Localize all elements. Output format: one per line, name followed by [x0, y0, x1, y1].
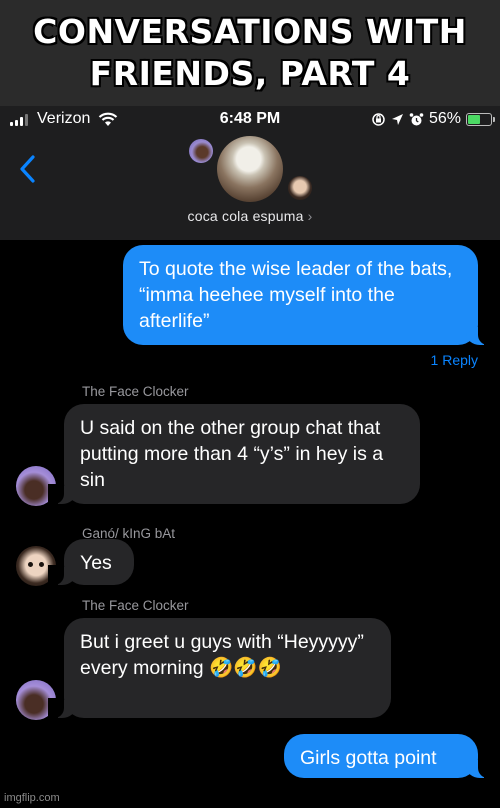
- chat-name-label: coca cola espuma: [187, 208, 304, 224]
- member-avatar-small-right[interactable]: [288, 176, 312, 200]
- chat-name-button[interactable]: coca cola espuma ›: [0, 208, 500, 224]
- message-text: Yes: [80, 552, 112, 574]
- battery-level-fill: [468, 114, 481, 124]
- battery-charging-icon: [466, 112, 495, 126]
- message-text: To quote the wise leader of the bats, “i…: [139, 258, 453, 332]
- member-avatar-small-left[interactable]: [189, 139, 213, 163]
- battery-percent: 56%: [428, 110, 461, 127]
- meme-caption-title: CONVERSATIONS WITH FRIENDS, PART 4: [0, 0, 500, 106]
- chevron-right-icon: ›: [307, 208, 313, 224]
- message-bubble-received[interactable]: U said on the other group chat that putt…: [48, 404, 420, 504]
- chat-header: Verizon 6:48 PM 56% coca cola espuma ›: [0, 106, 500, 240]
- imgflip-watermark: imgflip.com: [4, 792, 60, 804]
- location-icon: [391, 113, 403, 125]
- alarm-icon: [409, 112, 424, 125]
- message-bubble-sent[interactable]: Girls gotta point: [284, 734, 494, 778]
- message-text: U said on the other group chat that putt…: [80, 417, 384, 491]
- message-text: Girls gotta point: [300, 747, 437, 769]
- message-text: But i greet u guys with “Heyyyyy” every …: [80, 631, 364, 679]
- message-bubble-sent[interactable]: To quote the wise leader of the bats, “i…: [123, 245, 494, 345]
- message-bubble-received[interactable]: Yes: [48, 539, 134, 585]
- message-bubble-received[interactable]: But i greet u guys with “Heyyyyy” every …: [48, 618, 391, 718]
- orientation-lock-icon: [372, 112, 385, 126]
- reply-count-link[interactable]: 1 Reply: [431, 352, 478, 368]
- group-avatar[interactable]: [217, 136, 283, 202]
- sender-name: The Face Clocker: [82, 598, 189, 613]
- status-bar: Verizon 6:48 PM 56%: [0, 106, 500, 132]
- status-icons: 56%: [371, 110, 495, 128]
- back-chevron-icon[interactable]: [18, 154, 38, 184]
- sender-name: The Face Clocker: [82, 384, 189, 399]
